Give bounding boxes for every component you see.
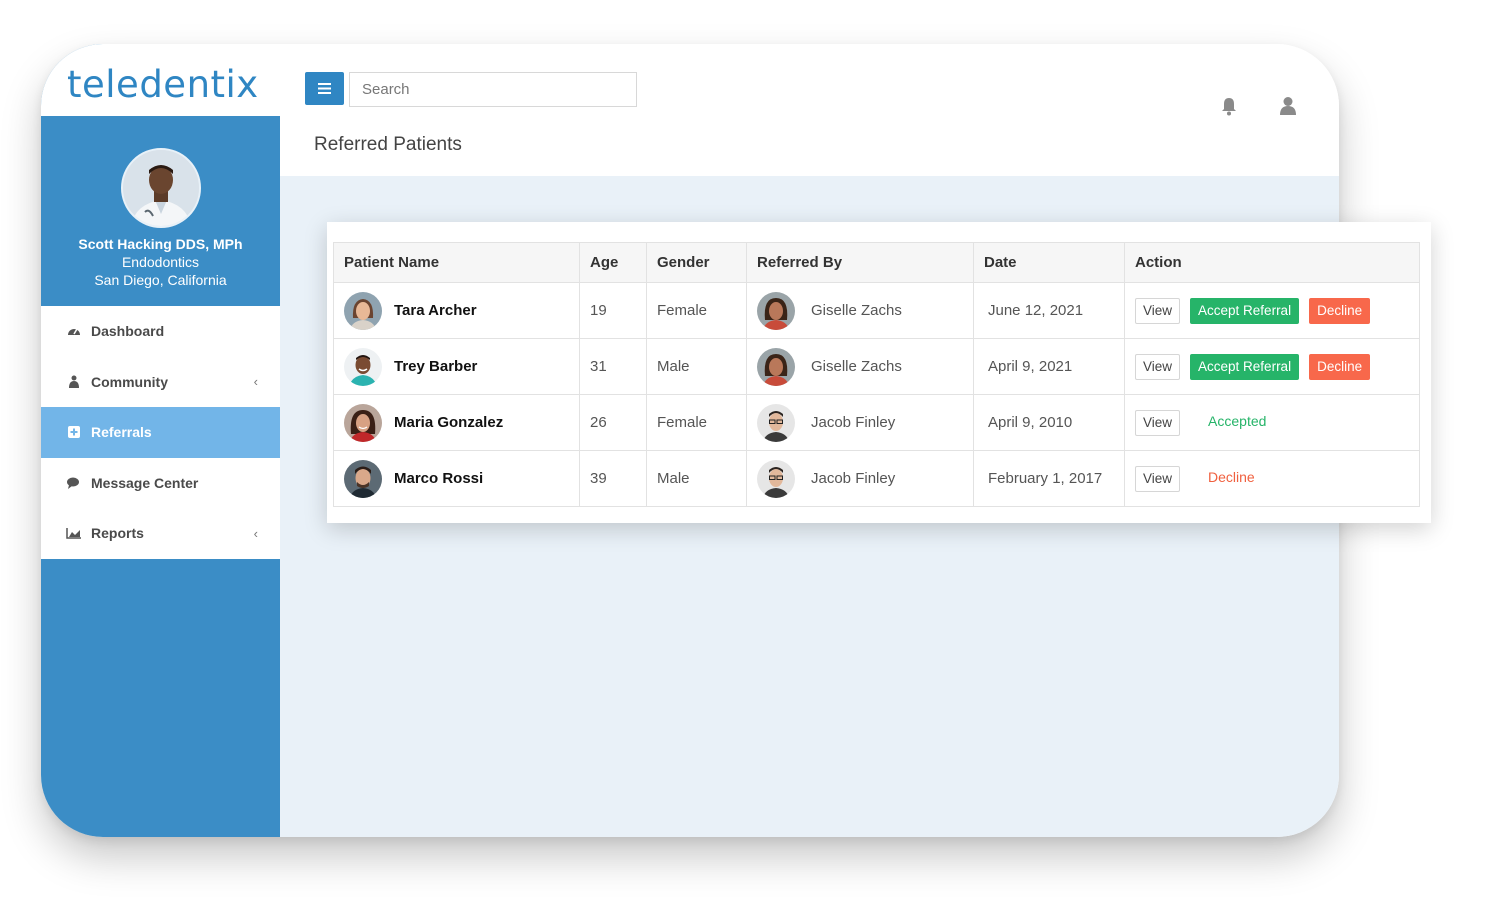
gender-cell: Female (646, 282, 747, 339)
referrer-name[interactable]: Jacob Finley (811, 470, 895, 487)
referred-by-cell: Giselle Zachs (746, 282, 974, 339)
view-button[interactable]: View (1135, 409, 1181, 436)
bell-icon[interactable] (1219, 96, 1239, 121)
view-button[interactable]: View (1135, 297, 1181, 324)
profile-specialty: Endodontics (121, 254, 200, 270)
table-header-row: Patient Name Age Gender Referred By Date… (333, 242, 1420, 283)
patient-avatar (344, 347, 382, 386)
search-input[interactable] (349, 72, 637, 107)
sidebar: teledentix Scott Hacking DDS, MPh Endodo… (41, 44, 280, 837)
hamburger-menu-button[interactable] (305, 72, 344, 105)
date-cell: February 1, 2017 (973, 450, 1125, 507)
sidebar-item-dashboard[interactable]: Dashboard (41, 306, 280, 357)
chevron-left-icon[interactable]: ‹ (254, 526, 258, 541)
referred-by-cell: Jacob Finley (746, 394, 974, 451)
referrer-name[interactable]: Giselle Zachs (811, 302, 902, 319)
action-cell: View Accept Referral Decline (1124, 338, 1420, 395)
gender-cell: Male (646, 338, 747, 395)
referrer-avatar (757, 291, 795, 330)
column-header[interactable]: Patient Name (333, 242, 580, 283)
accept-referral-button[interactable]: Accept Referral (1190, 297, 1300, 324)
age-cell: 31 (579, 338, 647, 395)
table-row: Marco Rossi 39 Male Jacob Finley Februar… (333, 450, 1420, 507)
sidebar-item-label: Message Center (91, 474, 199, 491)
sidebar-item-referrals[interactable]: Referrals (41, 407, 280, 458)
referrer-avatar (757, 459, 795, 498)
accept-referral-button[interactable]: Accept Referral (1190, 353, 1300, 380)
user-icon[interactable] (1279, 96, 1297, 121)
date-cell: April 9, 2010 (973, 394, 1125, 451)
chart-icon (65, 527, 83, 539)
referred-by-cell: Giselle Zachs (746, 338, 974, 395)
patient-name[interactable]: Tara Archer (394, 302, 477, 319)
action-cell: View Accept Referral Decline (1124, 282, 1420, 339)
date-cell: April 9, 2021 (973, 338, 1125, 395)
referrer-name[interactable]: Jacob Finley (811, 414, 895, 431)
profile-name: Scott Hacking DDS, MPh (78, 236, 243, 252)
gender-cell: Female (646, 394, 747, 451)
hamburger-icon (318, 83, 331, 94)
patient-avatar (344, 459, 382, 498)
sidebar-item-label: Community (91, 373, 168, 390)
patient-cell: Tara Archer (333, 282, 580, 339)
plus-square-icon (65, 426, 83, 439)
referrals-table: Patient Name Age Gender Referred By Date… (333, 242, 1420, 507)
patient-name[interactable]: Maria Gonzalez (394, 414, 503, 431)
column-header[interactable]: Gender (646, 242, 747, 283)
referrer-avatar (757, 403, 795, 442)
decline-button[interactable]: Decline (1309, 353, 1371, 380)
view-button[interactable]: View (1135, 353, 1181, 380)
patient-cell: Marco Rossi (333, 450, 580, 507)
profile-location: San Diego, California (94, 272, 227, 288)
table-row: Trey Barber 31 Male Giselle Zachs April … (333, 338, 1420, 395)
referrer-avatar (757, 347, 795, 386)
sidebar-item-label: Reports (91, 525, 144, 542)
profile-avatar[interactable] (120, 148, 201, 228)
gender-cell: Male (646, 450, 747, 507)
column-header[interactable]: Referred By (746, 242, 974, 283)
patient-cell: Trey Barber (333, 338, 580, 395)
column-header[interactable]: Date (973, 242, 1125, 283)
referrer-name[interactable]: Giselle Zachs (811, 358, 902, 375)
user-profile: Scott Hacking DDS, MPh Endodontics San D… (41, 116, 280, 306)
action-cell: View Decline (1124, 450, 1420, 507)
sidebar-menu: Dashboard Community ‹ Referrals Message (41, 306, 280, 559)
age-cell: 26 (579, 394, 647, 451)
table-row: Tara Archer 19 Female Giselle Zachs June… (333, 282, 1420, 339)
decline-button[interactable]: Decline (1309, 297, 1371, 324)
logo-area: teledentix (41, 44, 280, 116)
patient-avatar (344, 291, 382, 330)
top-bar: Referred Patients (280, 44, 1339, 176)
referred-by-cell: Jacob Finley (746, 450, 974, 507)
patient-name[interactable]: Marco Rossi (394, 470, 483, 487)
status-declined: Decline (1208, 469, 1255, 486)
page-title: Referred Patients (314, 134, 462, 155)
sidebar-item-message-center[interactable]: Message Center (41, 458, 280, 509)
age-cell: 39 (579, 450, 647, 507)
age-cell: 19 (579, 282, 647, 339)
patient-avatar (344, 403, 382, 442)
sidebar-item-label: Dashboard (91, 323, 165, 340)
chat-icon (65, 477, 83, 489)
sidebar-item-label: Referrals (91, 424, 152, 441)
sidebar-item-community[interactable]: Community ‹ (41, 357, 280, 408)
patient-cell: Maria Gonzalez (333, 394, 580, 451)
date-cell: June 12, 2021 (973, 282, 1125, 339)
referrals-table-card: Patient Name Age Gender Referred By Date… (327, 222, 1431, 523)
column-header[interactable]: Age (579, 242, 647, 283)
table-row: Maria Gonzalez 26 Female Jacob Finley Ap… (333, 394, 1420, 451)
status-accepted: Accepted (1208, 413, 1267, 430)
chevron-left-icon[interactable]: ‹ (254, 374, 258, 389)
view-button[interactable]: View (1135, 465, 1181, 492)
community-icon (65, 375, 83, 389)
brand-logo[interactable]: teledentix (67, 66, 259, 103)
action-cell: View Accepted (1124, 394, 1420, 451)
column-header[interactable]: Action (1124, 242, 1420, 283)
dashboard-icon (65, 325, 83, 337)
sidebar-item-reports[interactable]: Reports ‹ (41, 508, 280, 559)
patient-name[interactable]: Trey Barber (394, 358, 477, 375)
